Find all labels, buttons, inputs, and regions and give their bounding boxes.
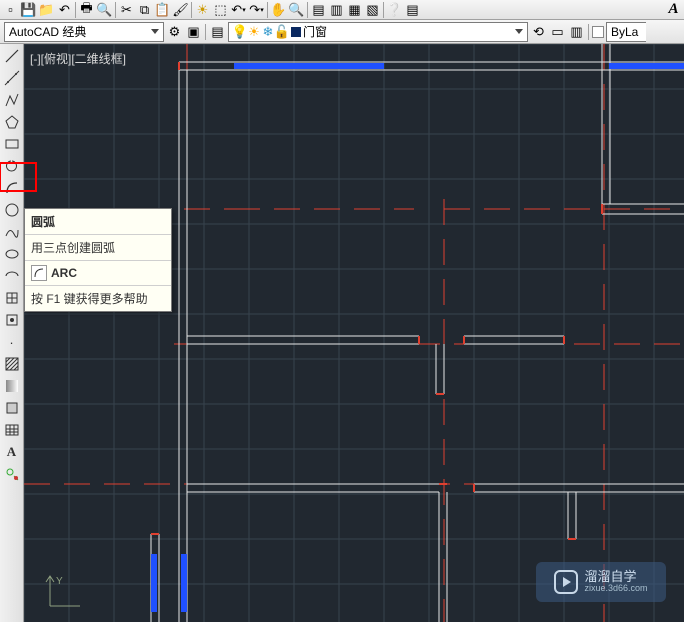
help-icon[interactable]: ❔: [386, 2, 403, 18]
bulb-icon: 💡: [233, 24, 247, 40]
layer-combo-value: 门窗: [303, 23, 327, 40]
line-tool[interactable]: [2, 46, 22, 66]
watermark: 溜溜自学 zixue.3d66.com: [536, 562, 666, 602]
watermark-title: 溜溜自学: [584, 570, 647, 584]
spline-tool[interactable]: [2, 222, 22, 242]
layer-extra3-icon[interactable]: ▥: [568, 24, 585, 40]
point-tool[interactable]: ·: [2, 332, 22, 352]
polyline-tool[interactable]: [2, 90, 22, 110]
grid: [24, 44, 684, 622]
rectangle-tool[interactable]: [2, 134, 22, 154]
clip-icon[interactable]: ⬚: [212, 2, 229, 18]
table-icon[interactable]: ▦: [346, 2, 363, 18]
tooltip-title: 圆弧: [25, 209, 171, 235]
xline-tool[interactable]: [2, 68, 22, 88]
paint-icon[interactable]: ☀: [194, 2, 211, 18]
undo-icon[interactable]: ↶: [56, 2, 73, 18]
match-icon[interactable]: 🖌: [172, 2, 189, 18]
gradient-tool[interactable]: [2, 376, 22, 396]
workspace-combo-value: AutoCAD 经典: [9, 23, 86, 40]
arc-tool[interactable]: [2, 178, 22, 198]
layer-extra2-icon[interactable]: ▭: [549, 24, 566, 40]
redo-icon[interactable]: ↷▾: [248, 2, 265, 18]
addselected-tool[interactable]: [2, 464, 22, 484]
tooltip-desc: 用三点创建圆弧: [25, 235, 171, 261]
bylayer-combo[interactable]: ByLa: [606, 22, 646, 42]
props-icon[interactable]: ▤: [310, 2, 327, 18]
textstyle-icon[interactable]: A: [665, 2, 682, 18]
ellipse-tool[interactable]: [2, 244, 22, 264]
standard-toolbar: ▫ 💾 📁 ↶ 🖶 🔍 ✂ ⧉ 📋 🖌 ☀ ⬚ ↶▾ ↷▾ ✋ 🔍 ▤ ▥ ▦ …: [0, 0, 684, 20]
copy-icon[interactable]: ⧉: [136, 2, 153, 18]
block-icon[interactable]: ▧: [364, 2, 381, 18]
viewport-label[interactable]: [-][俯视][二维线框]: [30, 50, 126, 67]
pan-icon[interactable]: ✋: [270, 2, 287, 18]
sheet-icon[interactable]: ▥: [328, 2, 345, 18]
layer-extra1-icon[interactable]: ⟲: [530, 24, 547, 40]
polygon-tool[interactable]: [2, 112, 22, 132]
chevron-down-icon: [515, 29, 523, 34]
ws-box-icon[interactable]: ▣: [185, 24, 202, 40]
cut-icon[interactable]: ✂: [118, 2, 135, 18]
spiral-tool[interactable]: [2, 156, 22, 176]
help2-icon[interactable]: ▤: [404, 2, 421, 18]
ws-gear-icon[interactable]: ⚙: [166, 24, 183, 40]
ellipse-arc-tool[interactable]: [2, 266, 22, 286]
red-centerlines: [24, 44, 684, 622]
workspace-combo[interactable]: AutoCAD 经典: [4, 22, 164, 42]
tooltip-f1: 按 F1 键获得更多帮助: [25, 286, 171, 311]
preview-icon[interactable]: 🔍: [96, 2, 113, 18]
draw-toolbar: · A: [0, 44, 24, 622]
bylayer-combo-value: ByLa: [611, 25, 638, 39]
arc-icon: [31, 265, 47, 281]
save-icon[interactable]: 💾: [20, 2, 37, 18]
region-tool[interactable]: [2, 398, 22, 418]
undo2-icon[interactable]: ↶▾: [230, 2, 247, 18]
svg-text:Y: Y: [56, 576, 63, 587]
watermark-sub: zixue.3d66.com: [584, 584, 647, 594]
lock-icon: 🔓: [275, 24, 289, 40]
open-icon[interactable]: 📁: [38, 2, 55, 18]
table-tool[interactable]: [2, 420, 22, 440]
workspace-layer-toolbar: AutoCAD 经典 ⚙ ▣ ▤ 💡 ☀ ❄ 🔓 门窗 ⟲ ▭ ▥ ByLa: [0, 20, 684, 44]
arc-tooltip: 圆弧 用三点创建圆弧 ARC 按 F1 键获得更多帮助: [24, 208, 172, 312]
canvas-svg: [24, 44, 684, 622]
sun-icon: ☀: [247, 24, 261, 40]
ucs-icon: Y: [44, 572, 84, 612]
hatch-tool[interactable]: [2, 354, 22, 374]
zoom-icon[interactable]: 🔍: [288, 2, 305, 18]
paste-icon[interactable]: 📋: [154, 2, 171, 18]
freeze-icon: ❄: [261, 24, 275, 40]
insert-block-tool[interactable]: [2, 288, 22, 308]
circle-tool[interactable]: [2, 200, 22, 220]
color-swatch-icon: [291, 27, 301, 37]
drawing-canvas[interactable]: [-][俯视][二维线框] Y 溜溜自学 zixue.3d66.com: [24, 44, 684, 622]
layer-combo[interactable]: 💡 ☀ ❄ 🔓 门窗: [228, 22, 528, 42]
plot-icon[interactable]: 🖶: [78, 2, 95, 18]
make-block-tool[interactable]: [2, 310, 22, 330]
layer-manager-icon[interactable]: ▤: [209, 24, 226, 40]
block-swatch-icon: [592, 26, 604, 38]
tooltip-command: ARC: [51, 266, 77, 280]
new-icon[interactable]: ▫: [2, 2, 19, 18]
chevron-down-icon: [151, 29, 159, 34]
mtext-tool[interactable]: A: [2, 442, 22, 462]
play-icon: [554, 570, 578, 594]
